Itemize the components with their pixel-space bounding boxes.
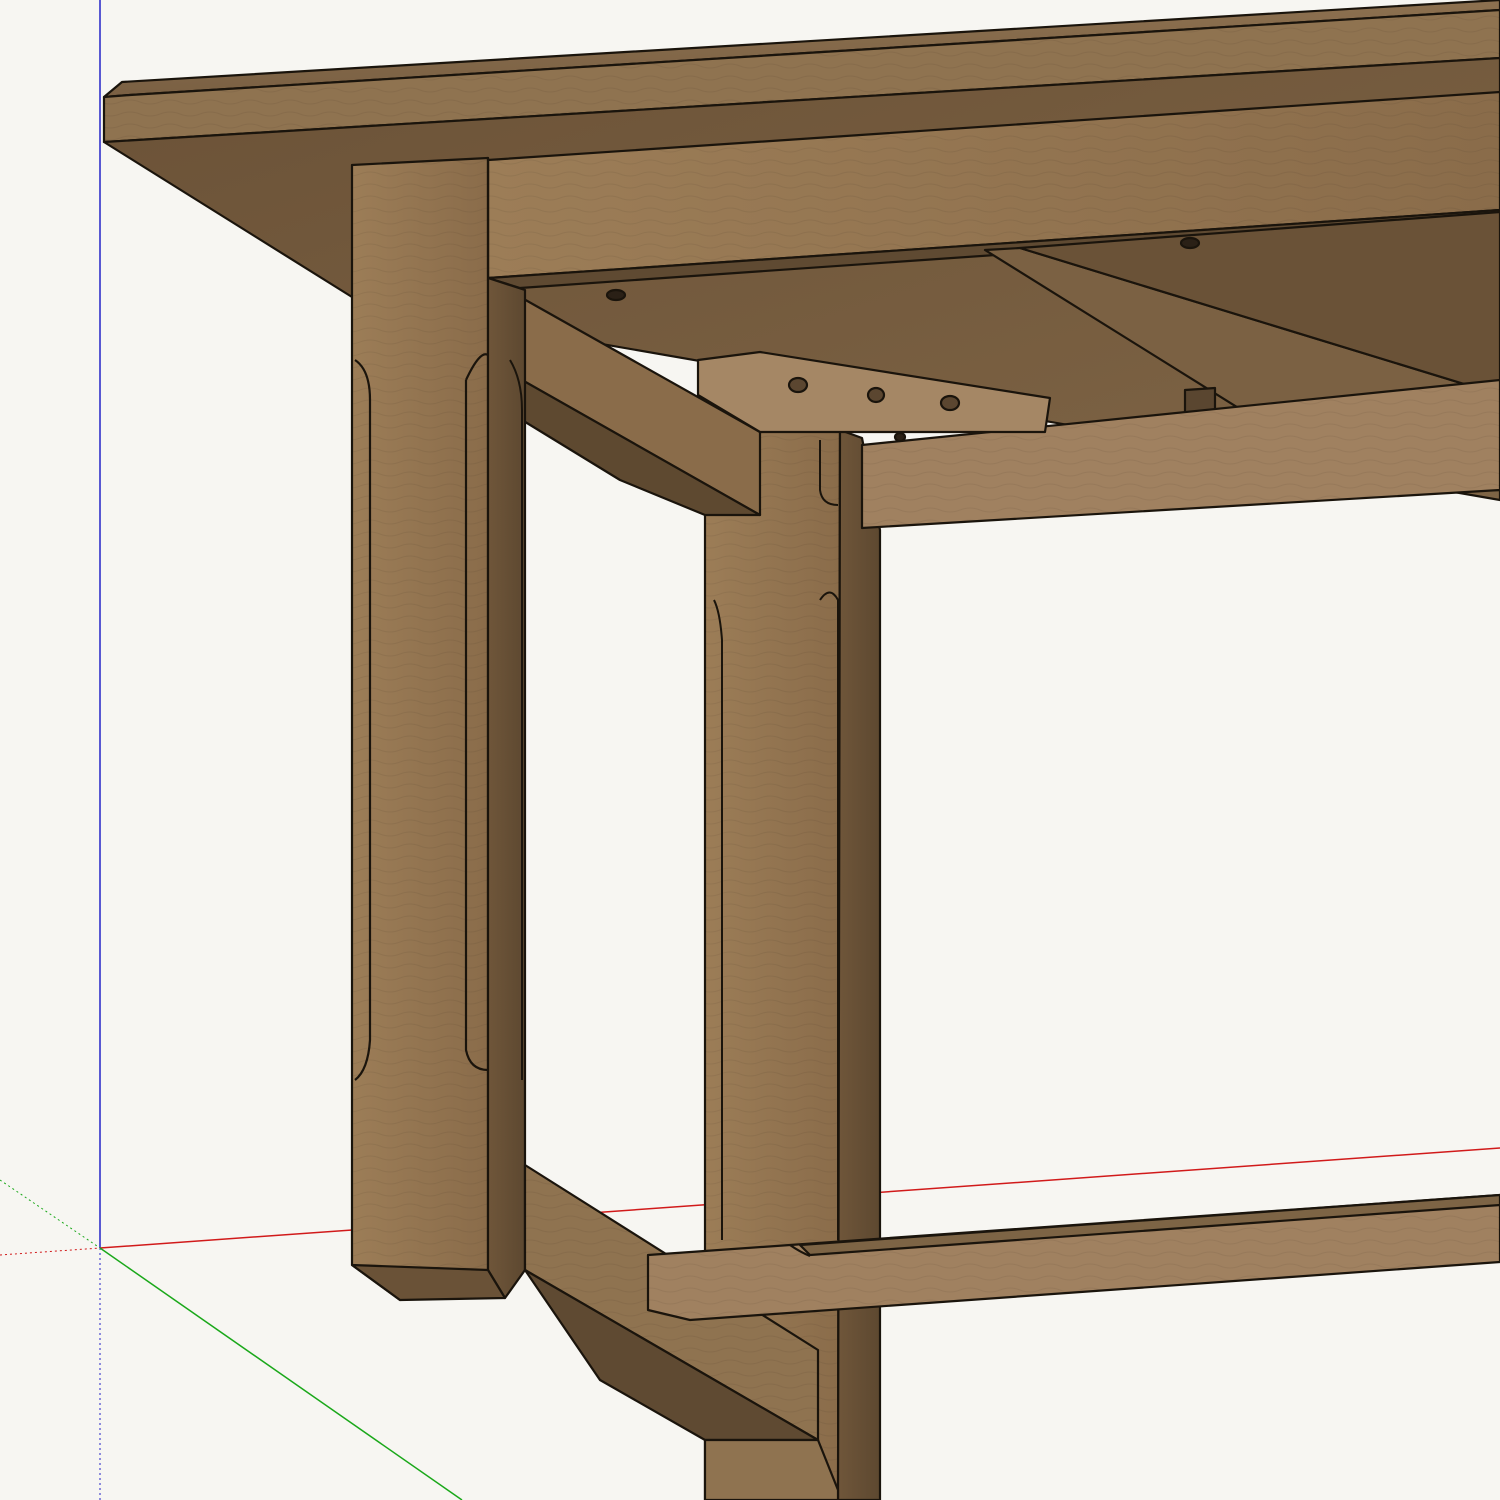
axis-y-negative (0, 1179, 101, 1249)
leg-front[interactable] (350, 156, 527, 1302)
leg-back-foot (703, 1438, 840, 1500)
screw-hole-brace (893, 431, 907, 443)
brace-hole-3 (939, 394, 961, 412)
screw-hole-top (605, 288, 627, 302)
axis-x-negative (0, 1247, 101, 1256)
model-canvas[interactable] (0, 0, 1500, 1500)
screw-hole (1179, 236, 1201, 250)
sketchup-viewport[interactable] (0, 0, 1500, 1500)
brace-hole-1 (787, 376, 809, 394)
brace-hole-2 (866, 386, 886, 404)
